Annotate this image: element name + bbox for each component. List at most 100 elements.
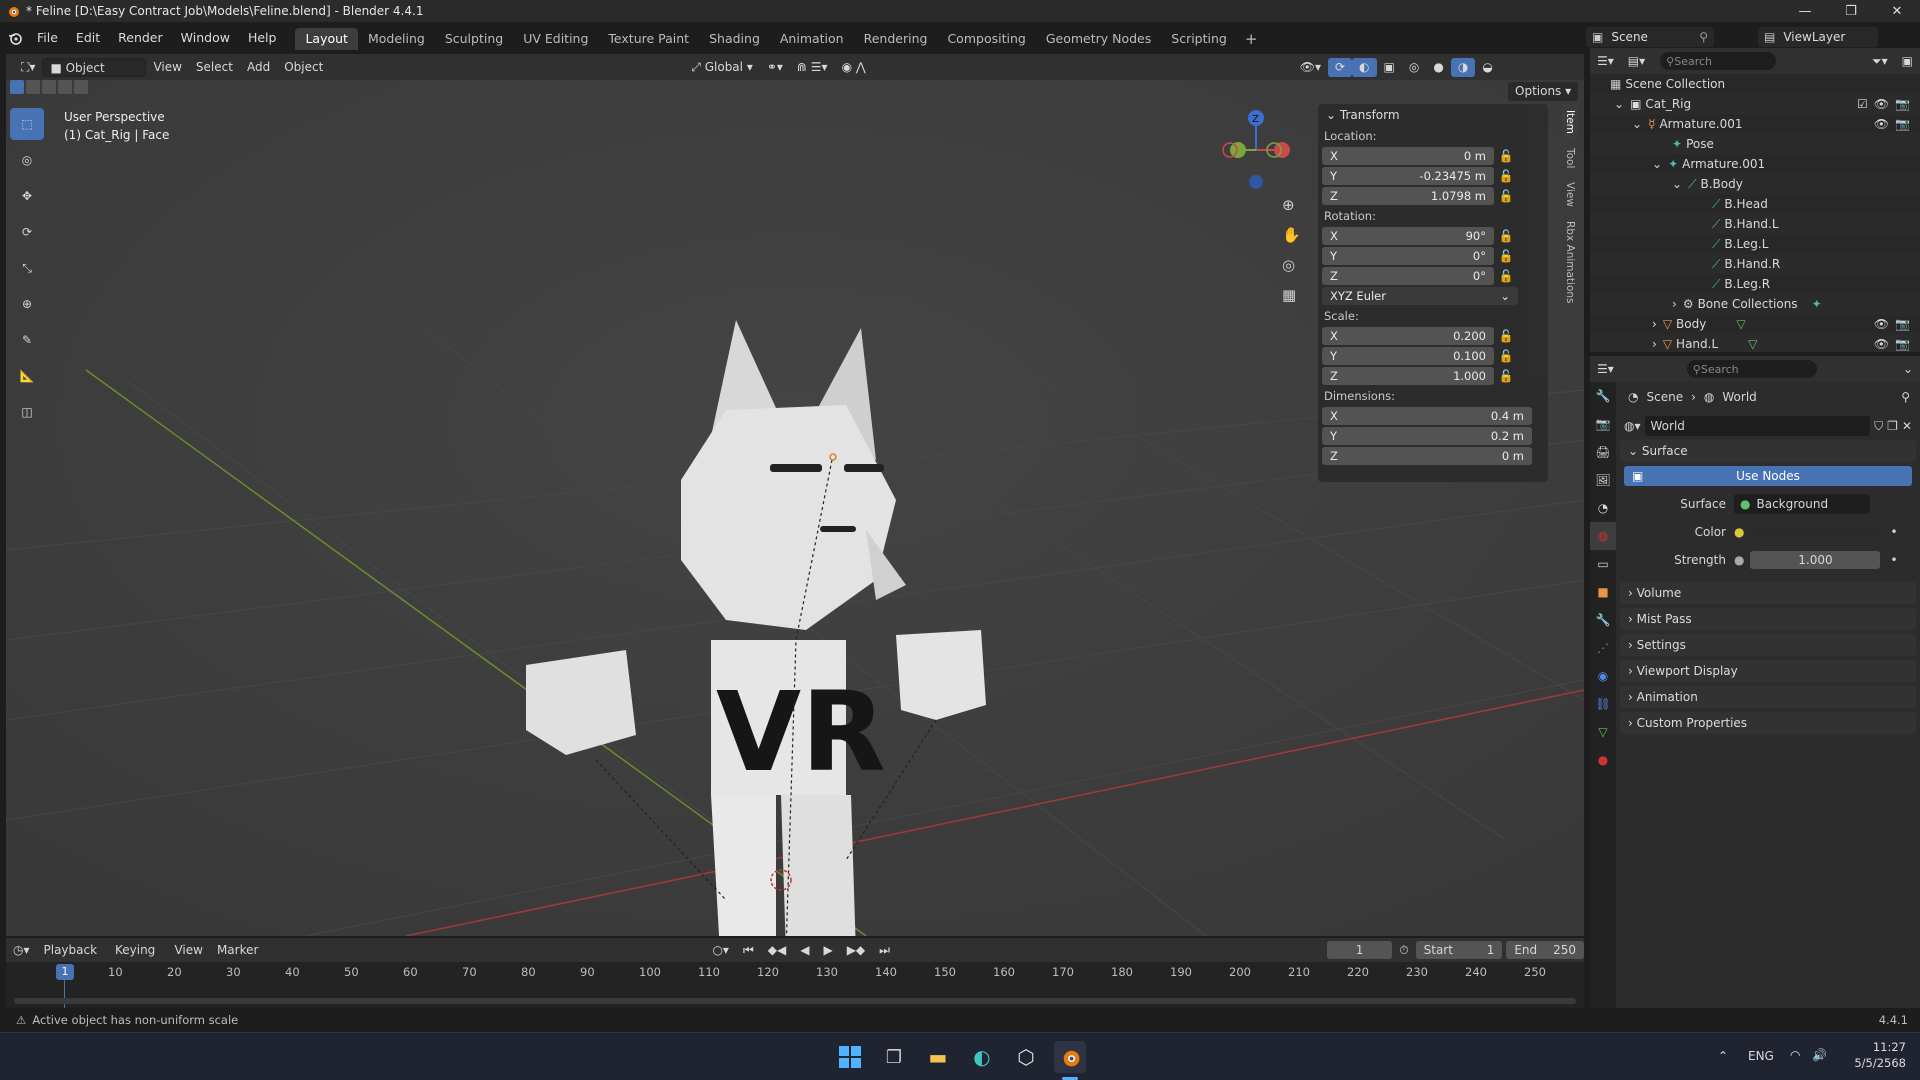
tab-modeling[interactable]: Modeling <box>358 28 435 50</box>
annotate-tool-icon[interactable]: ✎ <box>10 324 44 356</box>
select-subtract-icon[interactable] <box>42 80 56 94</box>
camera-icon[interactable]: 📷 <box>1895 334 1910 352</box>
surface-section-header[interactable]: ⌄ Surface <box>1620 440 1916 462</box>
outliner-row[interactable]: ⌄ ✦ Armature.001 <box>1590 154 1920 174</box>
outliner-row[interactable]: ⟋ B.Leg.R <box>1590 274 1920 294</box>
cursor-tool-icon[interactable]: ◎ <box>10 144 44 176</box>
disclosure-icon[interactable]: ⌄ <box>1652 154 1662 174</box>
blender-menu-icon[interactable] <box>8 31 22 45</box>
eye-icon[interactable]: 👁 <box>1874 314 1889 334</box>
pan-hand-icon[interactable]: ✋ <box>1282 226 1301 244</box>
object-props-icon[interactable]: ■ <box>1590 578 1616 606</box>
disclosure-icon[interactable]: ⌄ <box>1632 114 1642 134</box>
file-explorer-icon[interactable]: ▬ <box>922 1041 954 1073</box>
wifi-icon[interactable]: ◠ <box>1790 1048 1800 1062</box>
color-swatch[interactable] <box>1750 523 1881 541</box>
unity-hub-icon[interactable]: ⬡ <box>1010 1041 1042 1073</box>
eye-icon[interactable]: 👁 <box>1874 94 1889 114</box>
lock-icon[interactable]: 🔓 <box>1494 169 1518 183</box>
world-browse-icon[interactable]: ◍▾ <box>1624 419 1641 433</box>
outliner-row[interactable]: ▦ Scene Collection <box>1590 74 1920 94</box>
close-window-button[interactable]: ✕ <box>1874 0 1920 22</box>
physics-props-icon[interactable]: ◉ <box>1590 662 1616 690</box>
select-box-tool-icon[interactable]: ⬚ <box>10 108 44 140</box>
scale-x-field[interactable]: X 0.200 <box>1322 327 1494 345</box>
close-icon[interactable]: ✕ <box>1902 419 1912 433</box>
clock[interactable]: 11:27 5/5/2568 <box>1846 1039 1906 1071</box>
transform-tool-icon[interactable]: ⊕ <box>10 288 44 320</box>
move-tool-icon[interactable]: ✥ <box>10 180 44 212</box>
outliner-row[interactable]: ⟋ B.Leg.L <box>1590 234 1920 254</box>
modifier-props-icon[interactable]: 🔧 <box>1590 606 1616 634</box>
ortho-grid-icon[interactable]: ▦ <box>1282 286 1296 304</box>
data-props-icon[interactable]: ▽ <box>1590 718 1616 746</box>
animation-section-header[interactable]: › Animation <box>1620 686 1916 708</box>
tab-rbx-animations[interactable]: Rbx Animations <box>1562 215 1578 310</box>
keyframe-dot-icon[interactable]: • <box>1890 525 1897 539</box>
eye-icon[interactable]: 👁 <box>1874 334 1889 352</box>
viewport-display-section-header[interactable]: › Viewport Display <box>1620 660 1916 682</box>
lock-icon[interactable]: 🔓 <box>1494 349 1518 363</box>
lock-icon[interactable]: 🔓 <box>1494 149 1518 163</box>
tab-rendering[interactable]: Rendering <box>854 28 938 50</box>
pivot-icon[interactable]: ⚭▾ <box>760 58 790 77</box>
marker-menu[interactable]: Marker <box>210 941 265 960</box>
scale-tool-icon[interactable]: ⤡ <box>10 252 44 284</box>
blender-taskbar-icon[interactable] <box>1054 1041 1086 1073</box>
prev-keyframe-icon[interactable]: ◆◀ <box>761 941 793 960</box>
timeline-area[interactable]: 10 20 30 40 50 60 70 80 90 100 110 120 130 140 150 160 1… <box>6 962 1584 1008</box>
surface-shader-field[interactable]: ● Background <box>1734 494 1870 514</box>
menu-edit[interactable]: Edit <box>67 27 109 49</box>
shading-solid-icon[interactable]: ● <box>1426 58 1450 77</box>
settings-section-header[interactable]: › Settings <box>1620 634 1916 656</box>
jump-end-icon[interactable]: ⏭ <box>872 941 897 960</box>
outliner-row[interactable]: › ⚙ Bone Collections ✦ <box>1590 294 1920 314</box>
play-reverse-icon[interactable]: ◀ <box>793 941 816 960</box>
timeline-editor-icon[interactable]: ◷▾ <box>6 941 37 960</box>
tab-view[interactable]: View <box>1562 176 1578 213</box>
outliner-row[interactable]: › ▽ Body ▽ 👁 📷 <box>1590 314 1920 334</box>
duplicate-icon[interactable]: ❐ <box>1887 419 1898 433</box>
next-keyframe-icon[interactable]: ▶◆ <box>840 941 872 960</box>
select-invert-icon[interactable] <box>58 80 72 94</box>
volume-section-header[interactable]: › Volume <box>1620 582 1916 604</box>
location-x-field[interactable]: X 0 m <box>1322 147 1494 165</box>
tab-item[interactable]: Item <box>1562 104 1578 140</box>
lock-icon[interactable]: 🔓 <box>1494 329 1518 343</box>
tab-tool[interactable]: Tool <box>1562 142 1578 174</box>
mist-pass-section-header[interactable]: › Mist Pass <box>1620 608 1916 630</box>
keying-menu[interactable]: Keying ▾ <box>108 941 167 976</box>
windows-start-icon[interactable] <box>834 1041 866 1073</box>
language-indicator[interactable]: ENG <box>1748 1049 1774 1063</box>
lock-icon[interactable]: 🔓 <box>1494 249 1518 263</box>
tab-geometry-nodes[interactable]: Geometry Nodes <box>1036 28 1161 50</box>
outliner-row[interactable]: ⟋ B.Hand.R <box>1590 254 1920 274</box>
chevron-down-icon[interactable]: ⌄ <box>1896 360 1920 379</box>
collection-props-icon[interactable]: ▭ <box>1590 550 1616 578</box>
stopwatch-icon[interactable]: ⏱ <box>1392 941 1415 960</box>
snap-icon[interactable]: ⋒ ☰▾ <box>790 58 835 77</box>
timeline-view-menu[interactable]: View <box>167 941 209 960</box>
rotate-tool-icon[interactable]: ⟳ <box>10 216 44 248</box>
maximize-button[interactable]: ❐ <box>1828 0 1874 22</box>
scene-selector[interactable]: ▣ Scene ⚲ <box>1586 27 1714 47</box>
camera-view-icon[interactable]: ◎ <box>1282 256 1295 274</box>
menu-window[interactable]: Window <box>172 27 239 49</box>
material-props-icon[interactable]: ● <box>1590 746 1616 774</box>
select-new-icon[interactable] <box>10 80 24 94</box>
outliner-row[interactable]: › ▽ Hand.L ▽ 👁 📷 <box>1590 334 1920 352</box>
object-menu[interactable]: Object <box>277 58 330 77</box>
disclosure-icon[interactable]: › <box>1672 294 1677 314</box>
display-mode-icon[interactable]: ▤▾ <box>1621 52 1652 71</box>
location-y-field[interactable]: Y -0.23475 m <box>1322 167 1494 185</box>
jump-start-icon[interactable]: ⏮ <box>736 941 761 960</box>
outliner-row[interactable]: ⌄ ▣ Cat_Rig ☑ 👁 📷 <box>1590 94 1920 114</box>
scale-y-field[interactable]: Y 0.100 <box>1322 347 1494 365</box>
select-extend-icon[interactable] <box>26 80 40 94</box>
world-name-field[interactable]: World <box>1644 416 1871 436</box>
dimensions-y-field[interactable]: Y 0.2 m <box>1322 427 1532 445</box>
menu-file[interactable]: File <box>28 27 67 49</box>
measure-tool-icon[interactable]: 📐 <box>10 360 44 392</box>
shading-wire-icon[interactable]: ◎ <box>1402 58 1426 77</box>
disclosure-icon[interactable]: › <box>1652 334 1657 352</box>
